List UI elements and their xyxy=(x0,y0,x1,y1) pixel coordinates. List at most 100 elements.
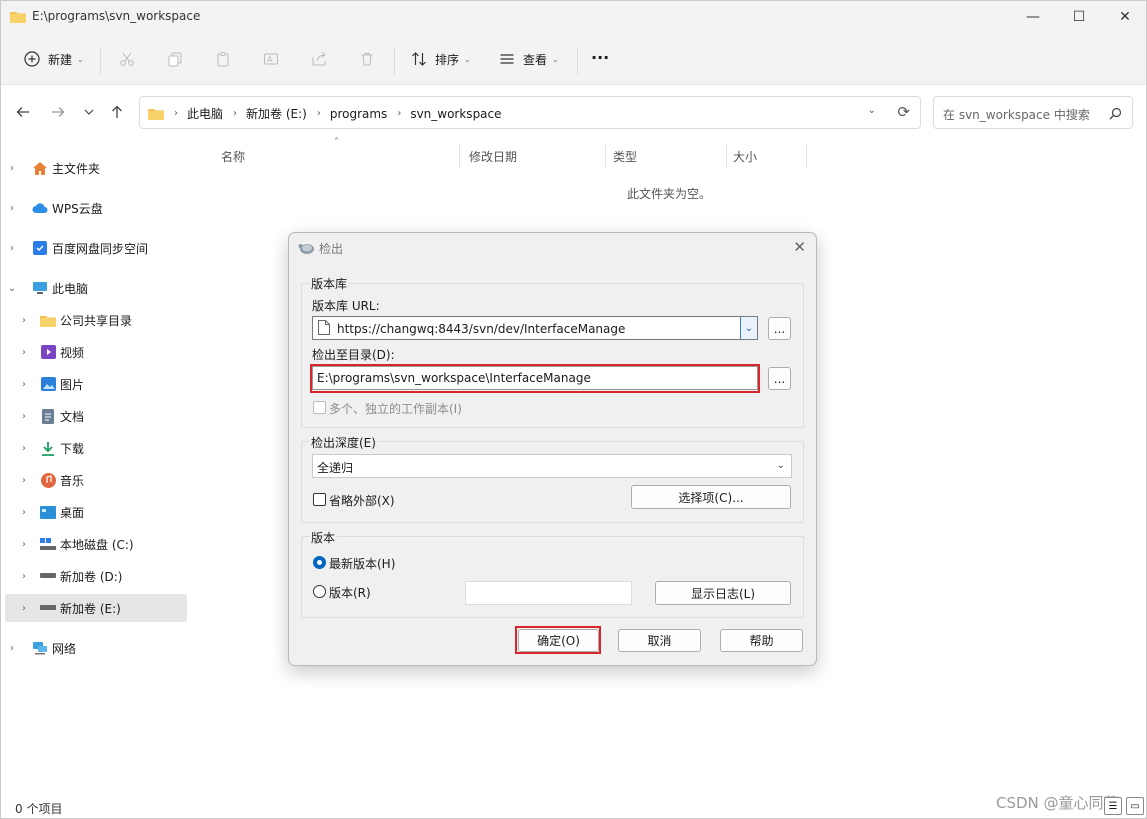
divider xyxy=(394,47,395,75)
close-button[interactable]: ✕ xyxy=(1102,1,1147,33)
depth-select[interactable]: 全递归 ⌄ xyxy=(312,454,792,478)
dialog-title: 检出 xyxy=(319,242,344,256)
recent-locations-button[interactable] xyxy=(79,102,99,122)
sidebar-item-shared-folder[interactable]: › 公司共享目录 xyxy=(5,306,187,334)
column-header-type[interactable]: 类型 xyxy=(613,148,637,165)
new-button[interactable]: 新建 ⌄ xyxy=(22,47,84,71)
sidebar-item-home[interactable]: › 主文件夹 xyxy=(5,154,187,182)
chevron-right-icon[interactable]: › xyxy=(17,603,31,614)
breadcrumb-separator-icon: › xyxy=(316,108,321,119)
arrow-up-icon xyxy=(112,105,122,118)
sidebar-item-drive-e[interactable]: › 新加卷 (E:) xyxy=(5,594,187,622)
music-icon xyxy=(39,472,57,488)
column-header-name[interactable]: 名称 xyxy=(221,148,245,165)
forward-button[interactable] xyxy=(48,102,68,122)
delete-button[interactable] xyxy=(357,47,383,71)
chevron-right-icon[interactable]: › xyxy=(17,315,31,326)
chevron-right-icon[interactable]: › xyxy=(5,243,19,254)
title-bar: E:\programs\svn_workspace — ☐ ✕ xyxy=(1,1,1146,33)
copy-button[interactable] xyxy=(165,47,191,71)
sidebar-item-drive-d[interactable]: › 新加卷 (D:) xyxy=(5,562,187,590)
sidebar-item-music[interactable]: › 音乐 xyxy=(5,466,187,494)
sidebar-item-label: 本地磁盘 (C:) xyxy=(60,537,134,552)
sidebar-item-videos[interactable]: › 视频 xyxy=(5,338,187,366)
sidebar-item-label: 视频 xyxy=(60,345,85,360)
tortoisesvn-icon xyxy=(298,244,314,254)
sidebar-item-label: 下载 xyxy=(60,441,85,456)
chevron-right-icon[interactable]: › xyxy=(17,571,31,582)
browse-repo-button[interactable]: ... xyxy=(768,317,791,340)
breadcrumb-separator-icon: › xyxy=(233,108,238,119)
chevron-right-icon[interactable]: › xyxy=(5,643,19,654)
rename-button[interactable]: A xyxy=(261,47,287,71)
chevron-down-icon: ⌄ xyxy=(464,54,471,64)
sidebar-item-pictures[interactable]: › 图片 xyxy=(5,370,187,398)
sidebar-item-drive-c[interactable]: › 本地磁盘 (C:) xyxy=(5,530,187,558)
sidebar-item-documents[interactable]: › 文档 xyxy=(5,402,187,430)
breadcrumb-this-pc[interactable]: 此电脑 xyxy=(187,105,223,122)
chevron-right-icon[interactable]: › xyxy=(17,411,31,422)
explorer-window: E:\programs\svn_workspace — ☐ ✕ 新建 ⌄ A 排… xyxy=(0,0,1147,819)
choose-items-button[interactable]: 选择项(C)... xyxy=(631,485,791,509)
breadcrumb-separator-icon: › xyxy=(397,108,402,119)
sidebar-item-network[interactable]: › 网络 xyxy=(5,634,187,662)
head-revision-radio[interactable] xyxy=(313,556,326,569)
column-divider[interactable] xyxy=(459,144,460,168)
chevron-right-icon[interactable]: › xyxy=(17,539,31,550)
chevron-down-icon[interactable]: ⌄ xyxy=(5,283,19,294)
column-divider[interactable] xyxy=(605,144,606,168)
address-dropdown-icon[interactable]: ⌄ xyxy=(868,105,876,116)
breadcrumb-svn-workspace[interactable]: svn_workspace xyxy=(410,107,501,121)
specific-revision-radio[interactable] xyxy=(313,585,326,598)
chevron-right-icon[interactable]: › xyxy=(17,475,31,486)
omit-externals-checkbox[interactable] xyxy=(313,493,326,506)
column-header-date[interactable]: 修改日期 xyxy=(469,148,517,165)
column-header-size[interactable]: 大小 xyxy=(733,148,757,165)
chevron-right-icon[interactable]: › xyxy=(5,163,19,174)
sidebar-item-wps-cloud[interactable]: › WPS云盘 xyxy=(5,194,187,222)
specific-revision-label: 版本(R) xyxy=(329,586,371,600)
divider xyxy=(100,47,101,75)
navigation-bar: › 此电脑 › 新加卷 (E:) › programs › svn_worksp… xyxy=(1,86,1146,140)
revision-input[interactable] xyxy=(465,581,632,605)
back-button[interactable] xyxy=(13,102,33,122)
paste-button[interactable] xyxy=(213,47,239,71)
maximize-button[interactable]: ☐ xyxy=(1056,1,1102,33)
chevron-down-icon[interactable]: ⌄ xyxy=(740,317,757,339)
search-box[interactable]: 在 svn_workspace 中搜索 xyxy=(933,96,1133,129)
column-divider[interactable] xyxy=(806,144,807,168)
column-divider[interactable] xyxy=(726,144,727,168)
breadcrumb-drive-e[interactable]: 新加卷 (E:) xyxy=(246,105,307,122)
sidebar-item-desktop[interactable]: › 桌面 xyxy=(5,498,187,526)
sidebar-item-baidu-sync[interactable]: › 百度网盘同步空间 xyxy=(5,234,187,262)
chevron-right-icon[interactable]: › xyxy=(17,379,31,390)
dialog-close-icon[interactable]: ✕ xyxy=(793,238,806,256)
refresh-icon[interactable]: ⟳ xyxy=(897,103,910,121)
view-button[interactable]: 查看 ⌄ xyxy=(497,47,559,71)
sort-button[interactable]: 排序 ⌄ xyxy=(409,47,471,71)
breadcrumb-programs[interactable]: programs xyxy=(330,107,387,121)
chevron-right-icon[interactable]: › xyxy=(17,347,31,358)
chevron-right-icon[interactable]: › xyxy=(17,507,31,518)
sidebar-item-downloads[interactable]: › 下载 xyxy=(5,434,187,462)
cut-button[interactable] xyxy=(117,47,143,71)
details-view-button[interactable]: ☰ xyxy=(1104,797,1122,815)
repo-url-combo[interactable]: https://changwq:8443/svn/dev/InterfaceMa… xyxy=(312,316,758,340)
folder-icon xyxy=(148,109,164,120)
browse-dir-button[interactable]: ... xyxy=(768,367,791,390)
chevron-right-icon[interactable]: › xyxy=(5,203,19,214)
scissors-icon xyxy=(117,49,137,69)
minimize-button[interactable]: — xyxy=(1010,1,1056,33)
share-button[interactable] xyxy=(309,47,335,71)
chevron-down-icon: ⌄ xyxy=(776,460,785,471)
sidebar-item-this-pc[interactable]: ⌄ 此电脑 xyxy=(5,274,187,302)
cancel-button[interactable]: 取消 xyxy=(618,629,701,652)
chevron-right-icon[interactable]: › xyxy=(17,443,31,454)
address-bar[interactable]: › 此电脑 › 新加卷 (E:) › programs › svn_worksp… xyxy=(139,96,921,129)
more-button[interactable]: ··· xyxy=(591,45,609,69)
multi-working-copy-checkbox[interactable] xyxy=(313,401,326,414)
up-button[interactable] xyxy=(107,102,127,122)
tiles-view-button[interactable]: ▭ xyxy=(1126,797,1144,815)
help-button[interactable]: 帮助 xyxy=(720,629,803,652)
show-log-button[interactable]: 显示日志(L) xyxy=(655,581,791,605)
